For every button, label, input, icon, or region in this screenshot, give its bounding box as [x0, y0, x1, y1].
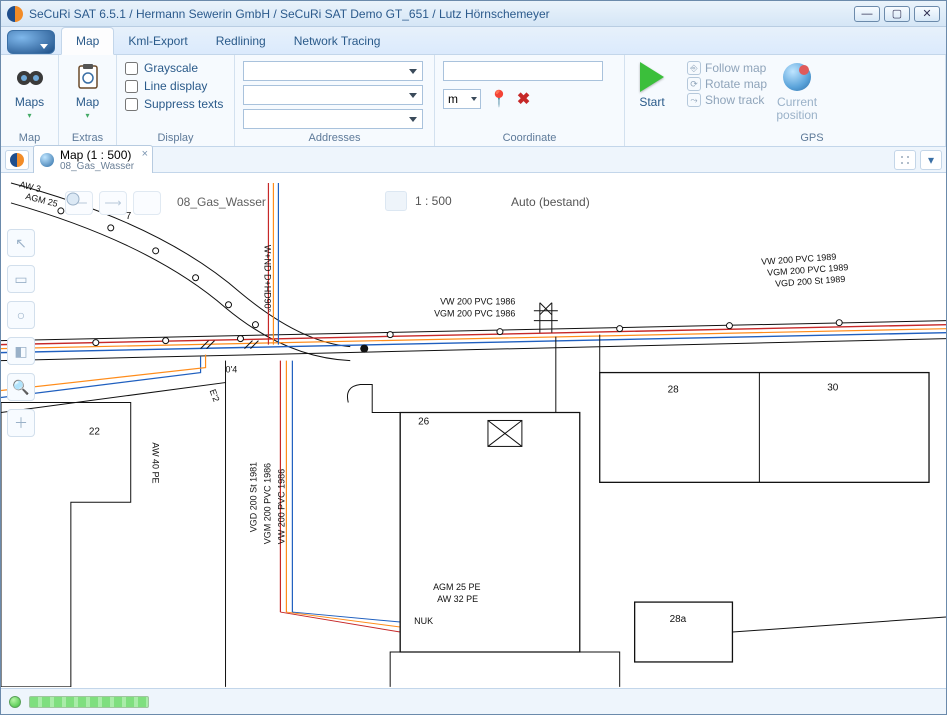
nav-globe-button[interactable] — [133, 191, 161, 215]
nav-history: ⟵ ⟶ — [65, 191, 161, 215]
map-svg: AW 3 AGM 25 7 W+ND D+HD90° 0'4 E'2 22 AW… — [1, 173, 946, 687]
address-combo-2[interactable] — [243, 85, 423, 105]
close-button[interactable]: ✕ — [914, 6, 940, 22]
suppress-texts-input[interactable] — [125, 98, 138, 111]
svg-text:VW 200 PVC 1986: VW 200 PVC 1986 — [440, 297, 515, 307]
pan-tool[interactable]: ○ — [7, 301, 35, 329]
group-label-extras: Extras — [67, 130, 108, 144]
line-display-input[interactable] — [125, 80, 138, 93]
svg-text:AW 40 PE: AW 40 PE — [151, 442, 161, 483]
rotate-map-icon: ⟳ — [687, 77, 701, 91]
svg-text:E'2: E'2 — [208, 388, 222, 403]
layer-tool[interactable]: ◧ — [7, 337, 35, 365]
ribbon-tabs: Map Kml-Export Redlining Network Tracing — [1, 27, 946, 55]
group-label-map: Map — [9, 130, 50, 144]
follow-map-toggle[interactable]: ⎆Follow map — [687, 61, 767, 75]
titlebar: SeCuRi SAT 6.5.1 / Hermann Sewerin GmbH … — [1, 1, 946, 27]
doc-panel-dropdown[interactable]: ▾ — [920, 150, 942, 170]
address-combo-3[interactable] — [243, 109, 423, 129]
doc-tab-map[interactable]: Map (1 : 500) 08_Gas_Wasser × — [33, 145, 153, 175]
pushpin-icon[interactable]: 📍 — [489, 89, 509, 109]
group-label-display: Display — [125, 130, 226, 144]
svg-text:VW 200 PVC 1986: VW 200 PVC 1986 — [276, 469, 286, 544]
select-tool[interactable]: ▭ — [7, 265, 35, 293]
map-canvas[interactable]: AW 3 AGM 25 7 W+ND D+HD90° 0'4 E'2 22 AW… — [1, 173, 946, 688]
minimize-button[interactable]: — — [854, 6, 880, 22]
app-icon — [7, 6, 23, 22]
app-icon — [10, 153, 24, 167]
doc-tab-title: Map (1 : 500) — [60, 148, 131, 162]
scale-icon[interactable] — [385, 191, 407, 211]
svg-text:AGM 25 PE: AGM 25 PE — [433, 582, 480, 592]
doc-home-chip[interactable] — [5, 150, 29, 170]
nav-forward-button[interactable]: ⟶ — [99, 191, 127, 215]
map-extras-label: Map — [76, 95, 99, 109]
doc-tab-close[interactable]: × — [142, 148, 148, 160]
svg-text:AGM 25: AGM 25 — [24, 191, 58, 209]
svg-text:W+ND D+HD90°: W+ND D+HD90° — [262, 245, 272, 313]
clear-icon[interactable]: ✖ — [517, 89, 530, 109]
app-menu-orb[interactable] — [7, 30, 55, 54]
svg-text:28a: 28a — [670, 614, 687, 625]
svg-text:AW 32 PE: AW 32 PE — [437, 594, 478, 604]
grayscale-input[interactable] — [125, 62, 138, 75]
pointer-tool[interactable]: ↖ — [7, 229, 35, 257]
progress-bar — [29, 696, 149, 708]
chevron-down-icon: ▾ — [85, 111, 89, 120]
zoom-tool[interactable]: 🔍 — [7, 373, 35, 401]
coordinate-input[interactable] — [443, 61, 603, 81]
show-track-toggle[interactable]: ⤳Show track — [687, 93, 767, 107]
tab-kml-export[interactable]: Kml-Export — [114, 28, 201, 54]
suppress-texts-checkbox[interactable]: Suppress texts — [125, 97, 223, 111]
rotate-map-toggle[interactable]: ⟳Rotate map — [687, 77, 767, 91]
tab-map[interactable]: Map — [61, 27, 114, 55]
svg-text:0'4: 0'4 — [226, 365, 238, 375]
svg-text:22: 22 — [89, 426, 101, 437]
clipboard-icon — [72, 61, 104, 93]
statusbar — [1, 688, 946, 714]
tab-network-tracing[interactable]: Network Tracing — [280, 28, 395, 54]
status-led — [9, 696, 21, 708]
address-combo-1[interactable] — [243, 61, 423, 81]
group-label-addresses: Addresses — [243, 130, 426, 144]
svg-text:30: 30 — [827, 383, 839, 394]
start-button[interactable]: Start — [633, 59, 671, 111]
follow-map-icon: ⎆ — [687, 61, 701, 75]
group-label-coordinate: Coordinate — [443, 130, 616, 144]
chevron-down-icon: ▾ — [27, 111, 31, 120]
play-icon — [640, 62, 664, 92]
grayscale-checkbox[interactable]: Grayscale — [125, 61, 223, 75]
binoculars-icon — [14, 61, 46, 93]
show-track-icon: ⤳ — [687, 93, 701, 107]
doc-tab-subtitle: 08_Gas_Wasser — [60, 162, 134, 172]
svg-text:28: 28 — [668, 385, 680, 396]
add-tool[interactable]: ＋ — [7, 409, 35, 437]
globe-icon — [783, 63, 811, 91]
current-position-button[interactable]: Current position — [773, 59, 821, 124]
tab-redlining[interactable]: Redlining — [202, 28, 280, 54]
maximize-button[interactable]: ▢ — [884, 6, 910, 22]
ribbon: Maps ▾ Map Map ▾ Extras Grayscale Line d… — [1, 55, 946, 147]
window-title: SeCuRi SAT 6.5.1 / Hermann Sewerin GmbH … — [29, 7, 854, 21]
map-extras-button[interactable]: Map ▾ — [67, 59, 108, 122]
svg-text:26: 26 — [418, 416, 430, 427]
document-tabs: Map (1 : 500) 08_Gas_Wasser × ▾ — [1, 147, 946, 173]
svg-text:NUK: NUK — [414, 616, 433, 626]
maps-button[interactable]: Maps ▾ — [9, 59, 50, 122]
globe-icon — [40, 153, 54, 167]
svg-text:VGD 200 St 1981: VGD 200 St 1981 — [248, 462, 258, 532]
map-side-toolbar: ↖ ▭ ○ ◧ 🔍 ＋ — [7, 229, 35, 437]
svg-text:VGM 200 PVC 1986: VGM 200 PVC 1986 — [262, 463, 272, 544]
unit-combo[interactable]: m — [443, 89, 481, 109]
svg-text:VGM 200 PVC 1986: VGM 200 PVC 1986 — [434, 309, 515, 319]
group-label-gps: GPS — [687, 130, 937, 144]
maps-button-label: Maps — [15, 95, 44, 109]
doc-panel-grip[interactable] — [894, 150, 916, 170]
layer-name-label: 08_Gas_Wasser — [177, 195, 266, 209]
scale-label: 1 : 500 — [415, 194, 452, 208]
line-display-checkbox[interactable]: Line display — [125, 79, 223, 93]
mode-label: Auto (bestand) — [511, 195, 590, 209]
